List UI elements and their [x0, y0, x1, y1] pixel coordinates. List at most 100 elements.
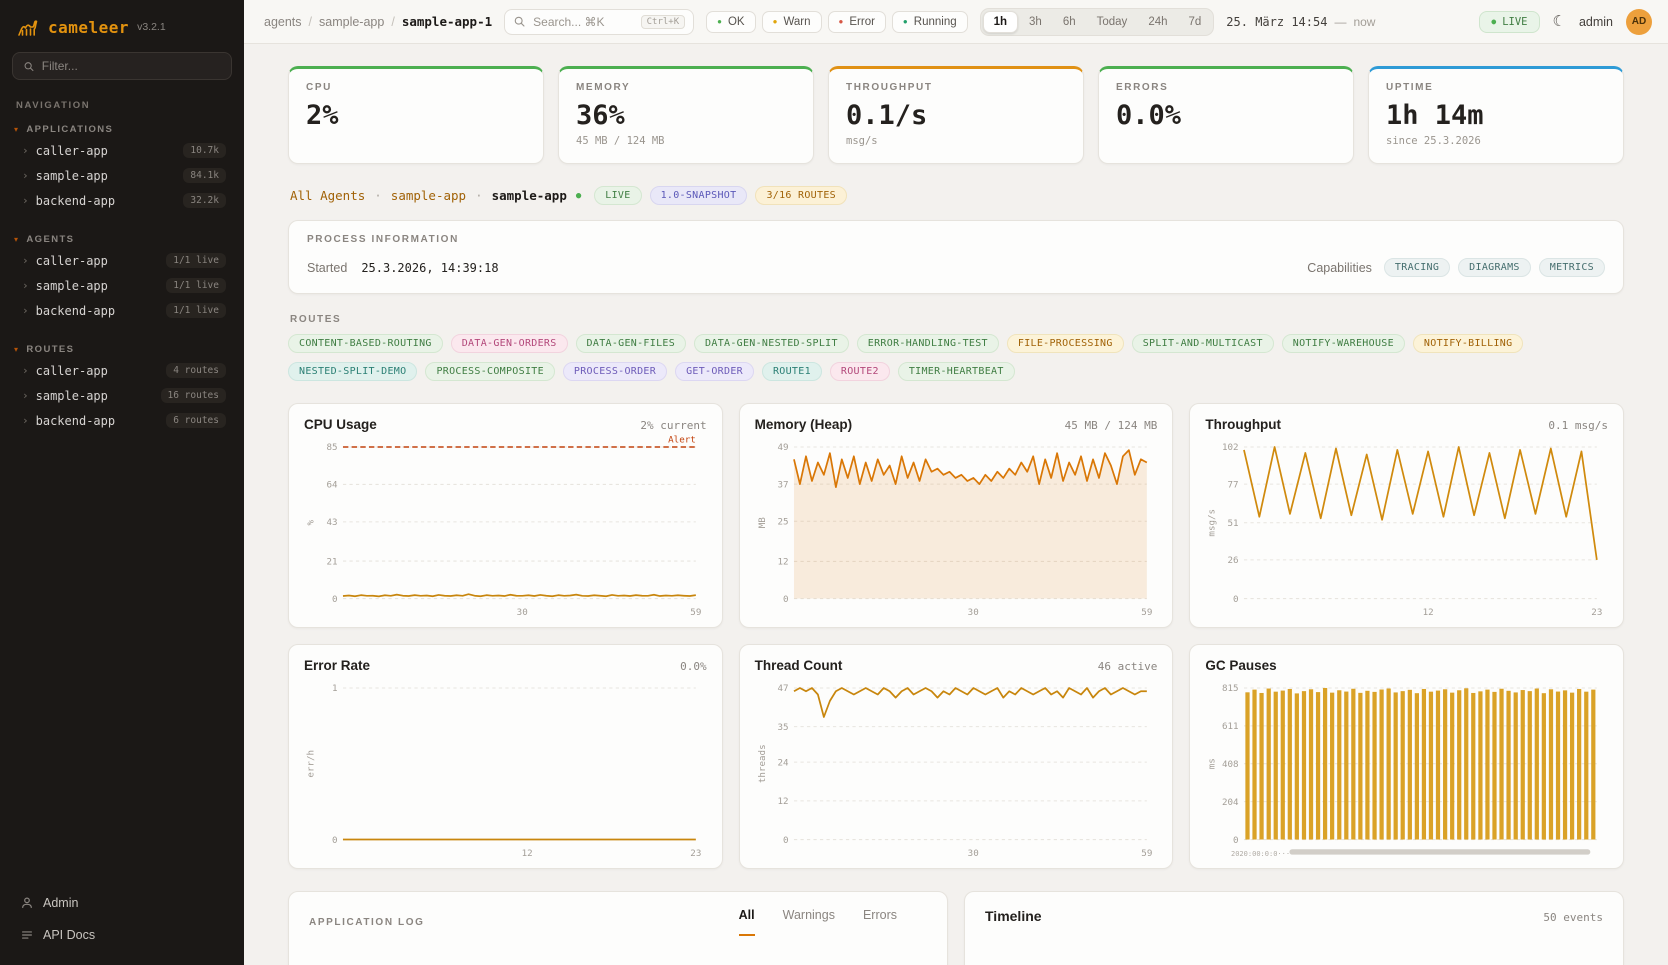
- log-tab-all[interactable]: All: [739, 908, 755, 936]
- started-value: 25.3.2026, 14:39:18: [361, 261, 498, 275]
- breadcrumb-sample-app[interactable]: sample-app: [319, 15, 384, 29]
- status-filter-warn[interactable]: ●Warn: [762, 11, 822, 33]
- sidebar-item-applications-backend-app[interactable]: ›backend-app32.2k: [12, 188, 232, 213]
- route-badge-error-handling-test[interactable]: ERROR-HANDLING-TEST: [857, 334, 999, 353]
- memory-heap-plot: 012253749MB3059: [755, 434, 1158, 620]
- route-badge-route1[interactable]: ROUTE1: [762, 362, 822, 381]
- time-range-7d[interactable]: 7d: [1179, 12, 1212, 32]
- sidebar-section-header-routes[interactable]: ▾ROUTES: [12, 341, 232, 358]
- time-range-1h[interactable]: 1h: [983, 11, 1018, 33]
- item-count-badge: 1/1 live: [166, 253, 226, 268]
- sidebar-item-routes-sample-app[interactable]: ›sample-app16 routes: [12, 383, 232, 408]
- section-title: ROUTES: [26, 344, 74, 355]
- content: CPU2%MEMORY36%45 MB / 124 MBTHROUGHPUT0.…: [244, 44, 1668, 965]
- time-range-24h[interactable]: 24h: [1138, 12, 1177, 32]
- gc-pauses-plot: 0204408611815ms2020:00:0:0············: [1205, 675, 1608, 861]
- date-separator: —: [1334, 15, 1346, 29]
- route-badge-file-processing[interactable]: FILE-PROCESSING: [1007, 334, 1124, 353]
- theme-toggle[interactable]: ☾: [1553, 14, 1566, 29]
- svg-text:51: 51: [1228, 518, 1239, 529]
- live-toggle[interactable]: ● LIVE: [1479, 11, 1539, 33]
- sidebar-item-api-docs[interactable]: API Docs: [12, 921, 232, 949]
- svg-text:30: 30: [967, 848, 978, 859]
- date-range-control[interactable]: 25. März 14:54 — now: [1226, 15, 1375, 29]
- sidebar-section-header-agents[interactable]: ▾AGENTS: [12, 231, 232, 248]
- route-badge-notify-warehouse[interactable]: NOTIFY-WAREHOUSE: [1282, 334, 1405, 353]
- stat-sub: since 25.3.2026: [1386, 135, 1606, 147]
- sidebar-item-routes-caller-app[interactable]: ›caller-app4 routes: [12, 358, 232, 383]
- sidebar: cameleer v3.2.1 NAVIGATION ▾APPLICATIONS…: [0, 0, 244, 965]
- time-range-today[interactable]: Today: [1087, 12, 1138, 32]
- status-filter-error[interactable]: ●Error: [828, 11, 886, 33]
- search-icon: [513, 15, 526, 28]
- bottom-row: APPLICATION LOG AllWarningsErrors Timeli…: [288, 891, 1624, 965]
- search-icon: [23, 60, 35, 73]
- route-badge-get-order[interactable]: GET-ORDER: [675, 362, 754, 381]
- global-search[interactable]: Search... ⌘K Ctrl+K: [504, 9, 694, 35]
- chevron-right-icon: ›: [22, 254, 29, 267]
- search-shortcut-badge: Ctrl+K: [641, 15, 686, 29]
- chart-header: GC Pauses: [1205, 658, 1608, 673]
- route-badge-nested-split-demo[interactable]: NESTED-SPLIT-DEMO: [288, 362, 417, 381]
- breadcrumb-agents[interactable]: agents: [264, 15, 302, 29]
- agent-app-link[interactable]: sample-app: [391, 188, 466, 203]
- chart-memory-heap: Memory (Heap)45 MB / 124 MB 012253749MB30…: [739, 403, 1174, 628]
- route-badge-timer-heartbeat[interactable]: TIMER-HEARTBEAT: [898, 362, 1015, 381]
- chevron-right-icon: ›: [22, 389, 29, 402]
- sidebar-item-applications-caller-app[interactable]: ›caller-app10.7k: [12, 138, 232, 163]
- time-range-3h[interactable]: 3h: [1019, 12, 1052, 32]
- item-label: caller-app: [36, 144, 108, 158]
- application-log-title: APPLICATION LOG: [309, 917, 424, 928]
- chart-error-rate: Error Rate0.0%01err/h1223: [288, 644, 723, 869]
- sidebar-item-agents-sample-app[interactable]: ›sample-app1/1 live: [12, 273, 232, 298]
- avatar[interactable]: AD: [1626, 9, 1652, 35]
- stat-value: 0.1/s: [846, 100, 1066, 131]
- svg-text:Alert: Alert: [668, 435, 696, 446]
- svg-text:102: 102: [1222, 442, 1239, 453]
- route-badge-data-gen-orders[interactable]: DATA-GEN-ORDERS: [451, 334, 568, 353]
- routes-heading: ROUTES: [288, 314, 1624, 325]
- route-badge-route2[interactable]: ROUTE2: [830, 362, 890, 381]
- route-badge-data-gen-nested-split[interactable]: DATA-GEN-NESTED-SPLIT: [694, 334, 849, 353]
- route-badge-notify-billing[interactable]: NOTIFY-BILLING: [1413, 334, 1524, 353]
- chart-title: Memory (Heap): [755, 417, 853, 432]
- sidebar-section-header-applications[interactable]: ▾APPLICATIONS: [12, 121, 232, 138]
- capability-badge-metrics: METRICS: [1539, 258, 1605, 277]
- sidebar-item-agents-caller-app[interactable]: ›caller-app1/1 live: [12, 248, 232, 273]
- sidebar-item-agents-backend-app[interactable]: ›backend-app1/1 live: [12, 298, 232, 323]
- stat-label: ERRORS: [1116, 82, 1336, 93]
- breadcrumb: agents / sample-app / sample-app-1: [264, 14, 492, 29]
- route-badge-split-and-multicast[interactable]: SPLIT-AND-MULTICAST: [1132, 334, 1274, 353]
- sidebar-filter[interactable]: [12, 52, 232, 80]
- item-count-badge: 4 routes: [166, 363, 226, 378]
- chart-scrollbar[interactable]: [1290, 849, 1591, 854]
- svg-text:37: 37: [777, 479, 788, 490]
- sidebar-item-applications-sample-app[interactable]: ›sample-app84.1k: [12, 163, 232, 188]
- thread-count-plot: 012243547threads3059: [755, 675, 1158, 861]
- status-filter-label: Warn: [783, 16, 810, 28]
- sidebar-item-routes-backend-app[interactable]: ›backend-app6 routes: [12, 408, 232, 433]
- filter-input[interactable]: [42, 59, 221, 73]
- svg-text:26: 26: [1228, 555, 1239, 566]
- route-badge-process-composite[interactable]: PROCESS-COMPOSITE: [425, 362, 554, 381]
- log-tab-errors[interactable]: Errors: [863, 908, 897, 936]
- sidebar-item-admin[interactable]: Admin: [12, 889, 232, 917]
- svg-text:0: 0: [1233, 594, 1239, 605]
- timeline-events-count: 50 events: [1543, 911, 1603, 924]
- log-tab-warnings[interactable]: Warnings: [783, 908, 835, 936]
- route-badge-data-gen-files[interactable]: DATA-GEN-FILES: [576, 334, 687, 353]
- chart-thread-count: Thread Count46 active012243547threads305…: [739, 644, 1174, 869]
- status-filter-running[interactable]: ●Running: [892, 11, 968, 33]
- status-filter-ok[interactable]: ●OK: [706, 11, 755, 33]
- time-range-6h[interactable]: 6h: [1053, 12, 1086, 32]
- chart-header: Memory (Heap)45 MB / 124 MB: [755, 417, 1158, 432]
- status-dot-icon: ●: [717, 17, 722, 26]
- all-agents-link[interactable]: All Agents: [290, 188, 365, 203]
- route-badge-process-order[interactable]: PROCESS-ORDER: [563, 362, 667, 381]
- sidebar-sections: ▾APPLICATIONS›caller-app10.7k›sample-app…: [12, 121, 232, 451]
- route-badge-content-based-routing[interactable]: CONTENT-BASED-ROUTING: [288, 334, 443, 353]
- chart-title: Thread Count: [755, 658, 843, 673]
- docs-icon: [20, 928, 34, 942]
- svg-text:0: 0: [783, 594, 789, 605]
- item-label: sample-app: [36, 169, 108, 183]
